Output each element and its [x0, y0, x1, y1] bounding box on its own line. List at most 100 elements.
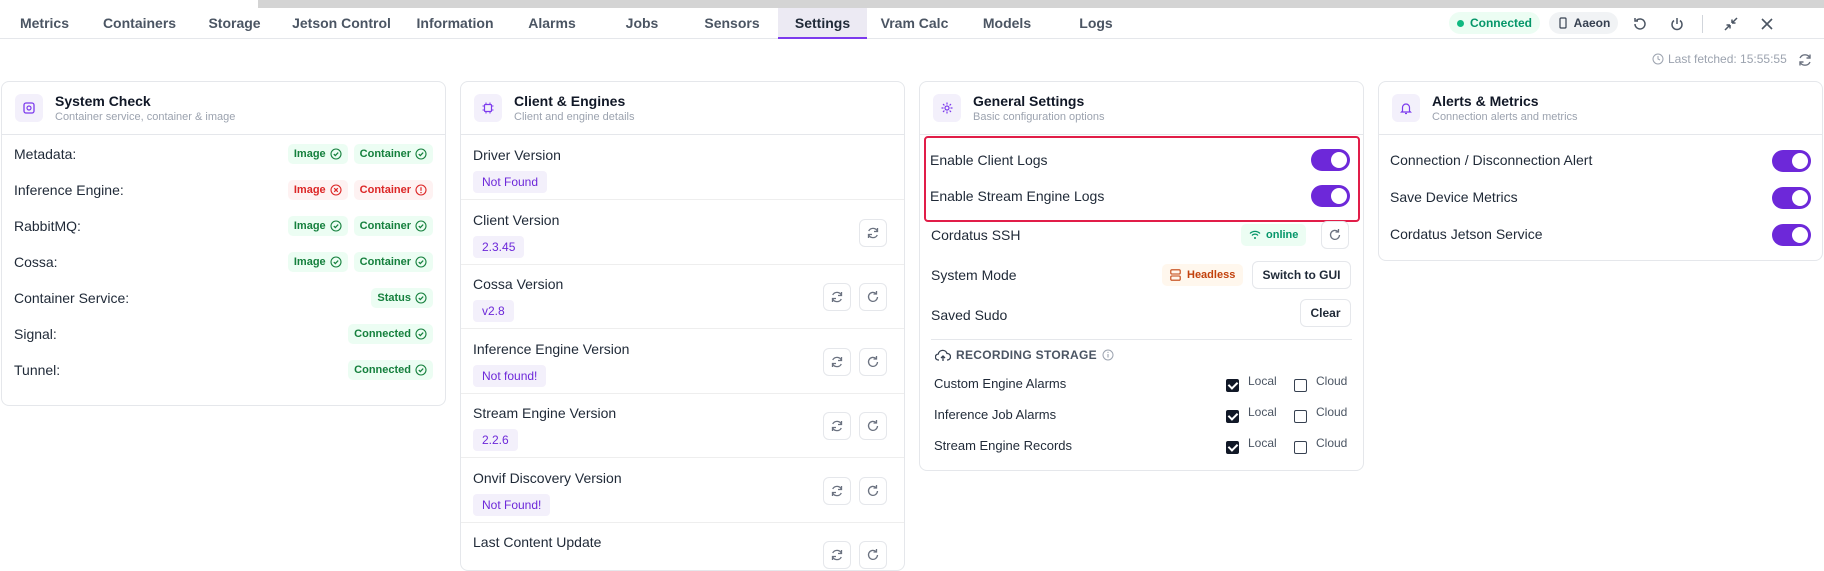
ssh-status-text: online [1266, 229, 1299, 241]
system-mode-value: Headless [1187, 269, 1236, 281]
card-title: Client & Engines [514, 93, 626, 109]
tab-storage[interactable]: Storage [190, 8, 279, 39]
version-row: Onvif Discovery Version Not Found! [461, 459, 904, 523]
status-badge: Status [371, 288, 433, 308]
tab-settings[interactable]: Settings [778, 8, 867, 39]
version-value: 2.2.6 [473, 429, 518, 451]
sync-button[interactable] [859, 218, 887, 247]
storage-row-label: Stream Engine Records [934, 438, 1073, 453]
close-icon[interactable] [1757, 14, 1777, 34]
chip-icon [474, 94, 502, 122]
status-badges: Image Container [282, 216, 433, 236]
system-check-row: Signal: Connected [2, 316, 445, 352]
status-badge: Container [353, 252, 433, 272]
alert-setting-toggle[interactable] [1772, 187, 1811, 209]
tab-jobs[interactable]: Jobs [598, 8, 686, 39]
refresh-button[interactable] [859, 412, 887, 440]
cloud-checkbox[interactable] [1294, 441, 1307, 454]
connection-status-text: Connected [1469, 16, 1532, 30]
switch-to-gui-button[interactable]: Switch to GUI [1252, 261, 1351, 289]
restart-icon[interactable] [1630, 14, 1650, 34]
version-row: Client Version 2.3.45 [461, 201, 904, 265]
cloud-label: Cloud [1316, 374, 1348, 388]
status-badge: Connected [348, 324, 433, 344]
tab-models[interactable]: Models [962, 8, 1052, 39]
ssh-refresh-button[interactable] [1321, 221, 1349, 249]
storage-row-label: Custom Engine Alarms [934, 376, 1067, 391]
refresh-icon[interactable] [1797, 52, 1813, 73]
card-header: Client & Engines Client and engine detai… [461, 82, 904, 135]
minimize-icon[interactable] [1721, 14, 1741, 34]
local-checkbox[interactable] [1226, 441, 1239, 454]
card-subtitle: Client and engine details [514, 111, 635, 123]
status-badge-text: Image [293, 184, 326, 196]
sync-button[interactable] [823, 541, 851, 569]
system-check-label: Signal: [14, 326, 57, 342]
version-value: 2.3.45 [473, 235, 525, 258]
alert-setting-label: Save Device Metrics [1390, 189, 1518, 205]
refresh-icon [867, 420, 879, 431]
status-badge-text: Container [359, 220, 411, 232]
status-badge: Container [353, 144, 433, 164]
status-badge-text: Image [293, 220, 326, 232]
card-header: System Check Container service, containe… [2, 82, 445, 135]
status-badge-text: Status [377, 292, 411, 304]
version-label: Onvif Discovery Version [473, 469, 622, 486]
check-circle-icon [415, 364, 427, 376]
system-check-label: Container Service: [14, 290, 130, 306]
status-dot [1456, 19, 1464, 27]
version-label: Inference Engine Version [473, 340, 630, 357]
wifi-icon [1249, 230, 1261, 239]
system-check-card: System Check Container service, containe… [1, 81, 446, 406]
local-checkbox[interactable] [1226, 379, 1239, 392]
status-badge: Image [287, 216, 348, 236]
saved-sudo-label: Saved Sudo [931, 307, 1008, 323]
check-circle-icon [330, 256, 342, 268]
status-badges: Status [365, 288, 433, 308]
device-badge[interactable]: Aaeon [1549, 12, 1618, 34]
cloud-checkbox[interactable] [1294, 410, 1307, 423]
check-circle-icon [415, 292, 427, 304]
status-badges: Image Container [282, 144, 433, 164]
local-label: Local [1248, 374, 1277, 388]
tab-alarms[interactable]: Alarms [506, 8, 598, 39]
cloud-checkbox[interactable] [1294, 379, 1307, 392]
tab-jetson-control[interactable]: Jetson Control [279, 8, 404, 39]
system-mode-badge: Headless [1162, 264, 1244, 286]
clear-sudo-button[interactable]: Clear [1300, 299, 1351, 327]
enable-stream-logs-toggle[interactable] [1311, 185, 1350, 207]
system-check-label: RabbitMQ: [14, 218, 81, 234]
system-check-row: Tunnel: Connected [2, 352, 445, 388]
tab-sensors[interactable]: Sensors [686, 8, 778, 39]
power-icon[interactable] [1667, 14, 1687, 34]
tab-metrics[interactable]: Metrics [0, 8, 89, 39]
sync-button[interactable] [823, 347, 851, 376]
card-subtitle: Basic configuration options [973, 111, 1105, 123]
storage-row-label: Inference Job Alarms [934, 407, 1057, 422]
check-circle-icon [415, 148, 427, 160]
alert-setting-toggle[interactable] [1772, 150, 1811, 172]
local-checkbox[interactable] [1226, 410, 1239, 423]
check-circle-icon [415, 328, 427, 340]
refresh-button[interactable] [859, 541, 887, 569]
sync-icon [831, 485, 843, 496]
refresh-button[interactable] [859, 283, 887, 311]
system-check-label: Tunnel: [14, 362, 61, 378]
tab-logs[interactable]: Logs [1052, 8, 1140, 39]
alert-setting-toggle[interactable] [1772, 224, 1811, 246]
refresh-button[interactable] [859, 347, 887, 376]
check-circle-icon [415, 256, 427, 268]
clock-icon [1652, 53, 1664, 65]
tab-vram-calc[interactable]: Vram Calc [867, 8, 962, 39]
tab-information[interactable]: Information [404, 8, 506, 39]
recording-storage-heading: RECORDING STORAGE [935, 348, 1114, 362]
sync-button[interactable] [823, 283, 851, 311]
refresh-button[interactable] [859, 476, 887, 505]
sync-button[interactable] [823, 476, 851, 505]
sync-button[interactable] [823, 412, 851, 440]
tab-containers[interactable]: Containers [89, 8, 190, 39]
nav-divider [1702, 15, 1703, 33]
card-title: General Settings [973, 93, 1085, 109]
enable-client-logs-row: Enable Client Logs [919, 142, 1364, 178]
enable-client-logs-toggle[interactable] [1311, 149, 1350, 171]
